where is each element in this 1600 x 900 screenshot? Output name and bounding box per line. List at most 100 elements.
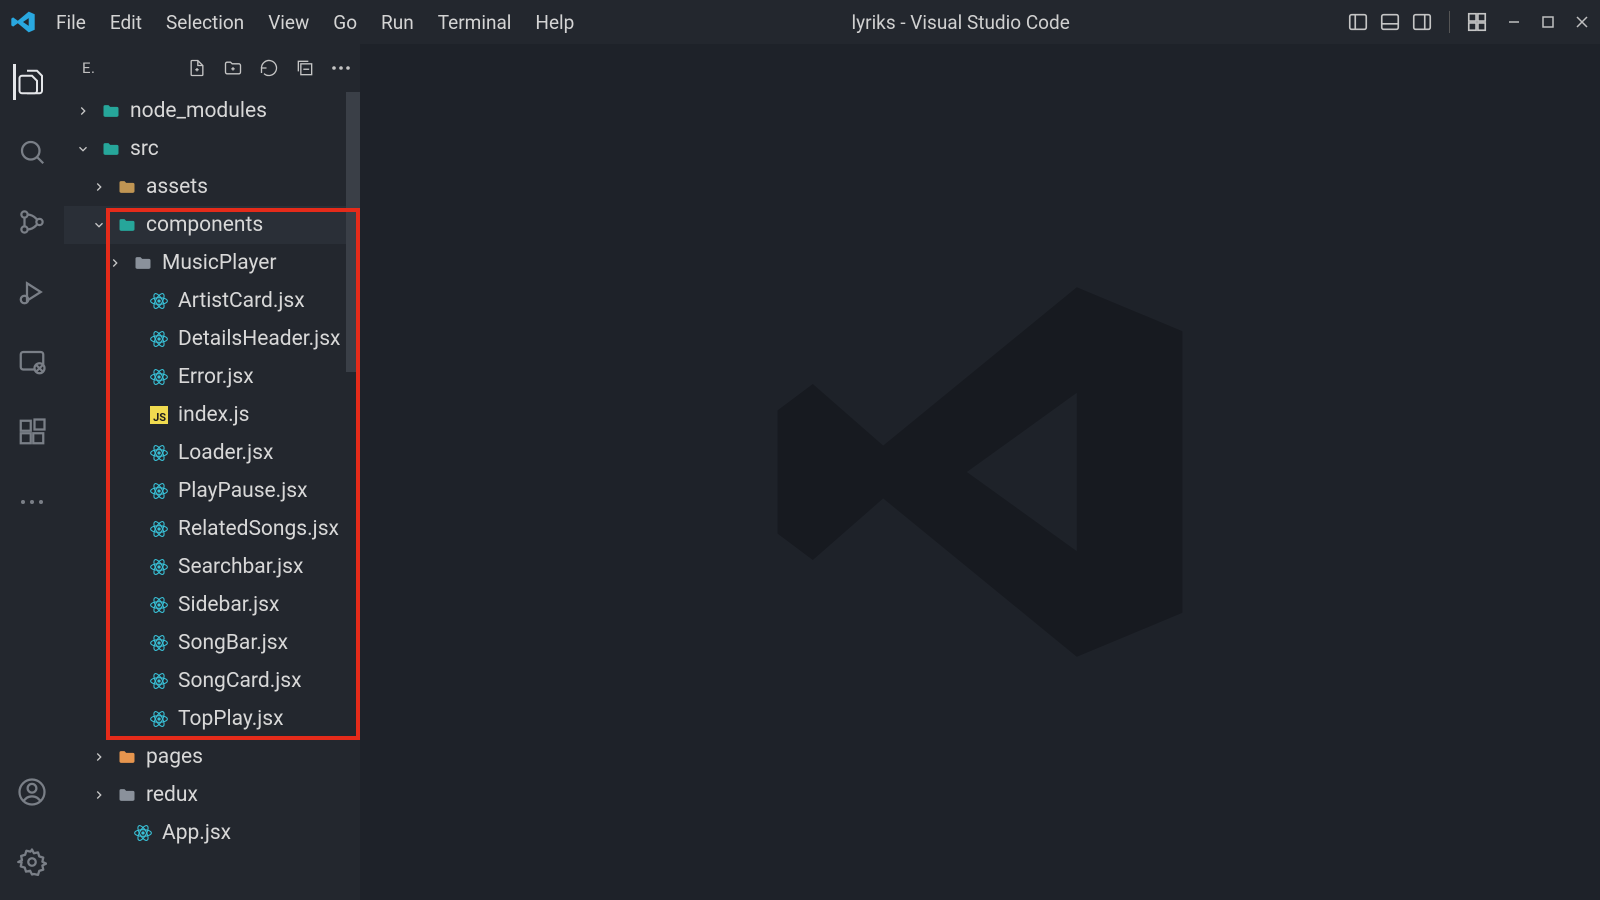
close-button[interactable] (1572, 12, 1592, 32)
chevron-spacer (106, 824, 124, 842)
menu-edit[interactable]: Edit (110, 11, 142, 34)
chevron-spacer (122, 292, 140, 310)
toggle-panel-icon[interactable] (1379, 11, 1401, 33)
collapse-all-icon[interactable] (294, 57, 316, 79)
tree-item-sidebar-jsx[interactable]: Sidebar.jsx (64, 586, 360, 624)
chevron-spacer (122, 634, 140, 652)
react-icon (148, 328, 170, 350)
more-actions-icon[interactable] (330, 57, 352, 79)
tree-item-label: SongBar.jsx (178, 631, 288, 655)
tree-item-label: RelatedSongs.jsx (178, 517, 339, 541)
chevron-right-icon[interactable] (90, 786, 108, 804)
tree-item-label: pages (146, 745, 203, 769)
tree-item-label: PlayPause.jsx (178, 479, 308, 503)
chevron-right-icon[interactable] (106, 254, 124, 272)
extensions-icon[interactable] (14, 414, 50, 450)
tree-item-playpause-jsx[interactable]: PlayPause.jsx (64, 472, 360, 510)
tree-item-searchbar-jsx[interactable]: Searchbar.jsx (64, 548, 360, 586)
tree-item-topplay-jsx[interactable]: TopPlay.jsx (64, 700, 360, 738)
source-control-icon[interactable] (14, 204, 50, 240)
tree-item-artistcard-jsx[interactable]: ArtistCard.jsx (64, 282, 360, 320)
explorer-sidebar: E. node_modulessrcassets components MusicP… (64, 44, 360, 900)
chevron-down-icon[interactable] (74, 140, 92, 158)
remote-explorer-icon[interactable] (14, 344, 50, 380)
run-debug-icon[interactable] (14, 274, 50, 310)
chevron-spacer (122, 482, 140, 500)
folder-grey-icon (132, 252, 154, 274)
tree-item-src[interactable]: src (64, 130, 360, 168)
tree-item-node-modules[interactable]: node_modules (64, 92, 360, 130)
menu-run[interactable]: Run (381, 11, 414, 34)
minimize-button[interactable] (1504, 12, 1524, 32)
react-icon (148, 366, 170, 388)
react-icon (148, 594, 170, 616)
folder-grey-icon (116, 784, 138, 806)
tree-item-label: Sidebar.jsx (178, 593, 279, 617)
tree-item-assets[interactable]: assets (64, 168, 360, 206)
vscode-logo-icon (8, 7, 38, 37)
tree-item-app-jsx[interactable]: App.jsx (64, 814, 360, 852)
tree-item-label: MusicPlayer (162, 251, 277, 275)
chevron-spacer (122, 406, 140, 424)
chevron-down-icon[interactable] (90, 216, 108, 234)
tree-item-relatedsongs-jsx[interactable]: RelatedSongs.jsx (64, 510, 360, 548)
menu-view[interactable]: View (268, 11, 309, 34)
titlebar: File Edit Selection View Go Run Terminal… (0, 0, 1600, 44)
chevron-right-icon[interactable] (90, 748, 108, 766)
folder-orange-icon (116, 746, 138, 768)
accounts-icon[interactable] (14, 774, 50, 810)
chevron-right-icon[interactable] (90, 178, 108, 196)
tree-item-label: App.jsx (162, 821, 231, 845)
search-icon[interactable] (14, 134, 50, 170)
tree-item-index-js[interactable]: JSindex.js (64, 396, 360, 434)
chevron-spacer (122, 330, 140, 348)
maximize-button[interactable] (1538, 12, 1558, 32)
window-title: lyriks - Visual Studio Code (574, 11, 1347, 34)
refresh-icon[interactable] (258, 57, 280, 79)
tree-item-detailsheader-jsx[interactable]: DetailsHeader.jsx (64, 320, 360, 358)
menu-selection[interactable]: Selection (166, 11, 244, 34)
settings-gear-icon[interactable] (14, 844, 50, 880)
menu-go[interactable]: Go (333, 11, 357, 34)
react-icon (148, 442, 170, 464)
new-file-icon[interactable] (186, 57, 208, 79)
tree-item-musicplayer[interactable]: MusicPlayer (64, 244, 360, 282)
react-icon (148, 632, 170, 654)
react-icon (148, 556, 170, 578)
tree-item-label: Error.jsx (178, 365, 254, 389)
tree-item-songcard-jsx[interactable]: SongCard.jsx (64, 662, 360, 700)
explorer-section-label: E. (82, 59, 95, 77)
main-area: E. node_modulessrcassets components MusicP… (0, 44, 1600, 900)
divider (1449, 11, 1450, 33)
tree-item-pages[interactable]: pages (64, 738, 360, 776)
js-icon: JS (148, 404, 170, 426)
scrollbar-thumb[interactable] (346, 92, 360, 372)
chevron-right-icon[interactable] (74, 102, 92, 120)
menu-file[interactable]: File (56, 11, 86, 34)
customize-layout-icon[interactable] (1466, 11, 1488, 33)
tree-item-components[interactable]: components (64, 206, 360, 244)
chevron-spacer (122, 558, 140, 576)
react-icon (148, 518, 170, 540)
menu-terminal[interactable]: Terminal (438, 11, 512, 34)
tree-item-songbar-jsx[interactable]: SongBar.jsx (64, 624, 360, 662)
tree-item-redux[interactable]: redux (64, 776, 360, 814)
toggle-secondary-sidebar-icon[interactable] (1411, 11, 1433, 33)
explorer-icon[interactable] (13, 64, 49, 100)
folder-icon (116, 176, 138, 198)
tree-item-label: Searchbar.jsx (178, 555, 303, 579)
more-icon[interactable] (14, 484, 50, 520)
folder-teal-icon (100, 100, 122, 122)
activity-bar (0, 44, 64, 900)
chevron-spacer (122, 368, 140, 386)
tree-item-loader-jsx[interactable]: Loader.jsx (64, 434, 360, 472)
tree-item-error-jsx[interactable]: Error.jsx (64, 358, 360, 396)
folder-teal-icon (100, 138, 122, 160)
file-tree[interactable]: node_modulessrcassets components MusicPlay… (64, 92, 360, 900)
vscode-watermark-icon (760, 252, 1200, 692)
menu-help[interactable]: Help (535, 11, 574, 34)
tree-item-label: components (146, 213, 263, 237)
toggle-primary-sidebar-icon[interactable] (1347, 11, 1369, 33)
chevron-spacer (122, 520, 140, 538)
new-folder-icon[interactable] (222, 57, 244, 79)
